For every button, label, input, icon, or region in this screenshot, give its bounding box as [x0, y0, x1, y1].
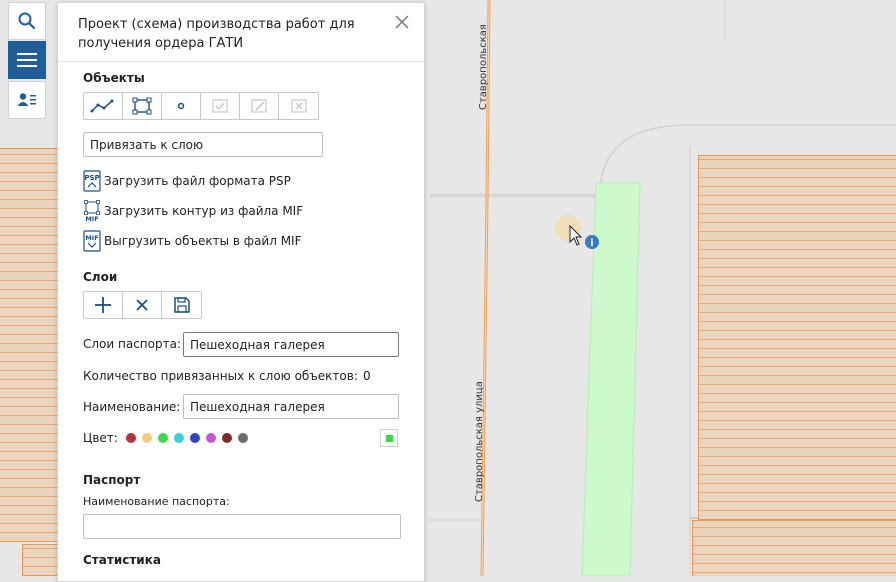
selected-color-swatch [385, 434, 393, 442]
svg-text:MIF: MIF [85, 215, 98, 222]
passport-layers-label: Слои паспорта: [83, 337, 181, 351]
color-swatch-5[interactable] [189, 433, 200, 443]
rectangle-icon [132, 97, 152, 115]
add-layer-button[interactable] [84, 292, 123, 318]
select-objects-button[interactable] [201, 93, 240, 119]
menu-button[interactable] [8, 41, 46, 79]
color-row: Цвет: [83, 431, 254, 445]
load-mif-contour-label: Загрузить контур из файла MIF [104, 204, 304, 218]
select-objects-icon [212, 99, 228, 113]
passport-name-label: Наименование паспорта: [83, 495, 230, 508]
color-label: Цвет: [83, 431, 118, 445]
selected-color-indicator[interactable] [380, 429, 398, 447]
bound-objects-count-label: Количество привязанных к слою объектов: [83, 369, 358, 383]
point-icon [177, 102, 185, 110]
export-mif-action[interactable]: MIF Выгрузить объекты в файл MIF [83, 230, 302, 252]
close-icon[interactable] [394, 14, 410, 30]
draw-polyline-button[interactable] [84, 93, 123, 119]
svg-text:MIF: MIF [85, 234, 98, 242]
objects-heading: Объекты [83, 71, 145, 85]
layers-heading: Слои [83, 270, 118, 284]
layer-name-input[interactable]: Пешеходная галерея [183, 394, 399, 419]
street-label-top: Ставропольская [478, 24, 489, 110]
user-list-button[interactable] [8, 81, 46, 119]
panel-title: Проект (схема) производства работ для по… [78, 17, 355, 51]
header-divider [58, 61, 424, 62]
mif-export-icon: MIF [83, 230, 101, 252]
passport-layers-select[interactable]: Пешеходная галерея [183, 332, 399, 357]
parcel-left [0, 148, 60, 542]
gati-project-panel: Проект (схема) производства работ для по… [57, 2, 425, 582]
remove-icon [136, 299, 148, 311]
color-swatch-8[interactable] [237, 433, 248, 443]
load-mif-contour-action[interactable]: MIF Загрузить контур из файла MIF [83, 200, 303, 222]
draw-point-button[interactable] [162, 93, 201, 119]
color-swatch-3[interactable] [157, 433, 168, 443]
color-swatch-1[interactable] [125, 433, 136, 443]
parcel-right-bottom [692, 520, 896, 576]
load-psp-label: Загрузить файл формата PSP [104, 174, 291, 188]
layers-toolbar [83, 291, 202, 319]
street-label-bottom: Ставропольская улица [474, 381, 485, 502]
add-icon [95, 297, 111, 313]
load-psp-action[interactable]: PSP Загрузить файл формата PSP [83, 170, 291, 192]
bind-layer-select[interactable]: Привязать к слою [83, 132, 323, 157]
color-swatch-7[interactable] [221, 433, 232, 443]
color-swatch-6[interactable] [205, 433, 216, 443]
mif-contour-icon: MIF [84, 200, 100, 222]
delete-objects-button[interactable] [279, 93, 318, 119]
passport-name-input[interactable] [83, 514, 401, 539]
save-icon [173, 297, 190, 313]
search-icon [18, 12, 36, 30]
objects-toolbar [83, 92, 319, 120]
color-swatches [125, 433, 254, 443]
hamburger-menu-icon [17, 53, 37, 67]
color-swatch-4[interactable] [173, 433, 184, 443]
svg-text:PSP: PSP [84, 174, 99, 182]
color-swatch-2[interactable] [141, 433, 152, 443]
delete-objects-icon [290, 99, 307, 113]
svg-text:i: i [590, 238, 593, 249]
bound-objects-count-value: 0 [363, 369, 371, 383]
statistics-heading: Статистика [83, 553, 161, 567]
passport-heading: Паспорт [83, 473, 141, 487]
polyline-icon [90, 99, 114, 113]
search-button[interactable] [8, 2, 46, 40]
remove-layer-button[interactable] [123, 292, 162, 318]
edit-objects-icon [251, 99, 267, 113]
edit-objects-button[interactable] [240, 93, 279, 119]
draw-rectangle-button[interactable] [123, 93, 162, 119]
export-mif-label: Выгрузить объекты в файл MIF [104, 234, 302, 248]
save-layer-button[interactable] [162, 292, 201, 318]
user-list-icon [17, 93, 36, 106]
psp-file-icon: PSP [83, 170, 101, 192]
layer-name-label: Наименование: [83, 400, 181, 414]
parcel-left-bottom [22, 544, 60, 576]
parcel-right [698, 155, 896, 520]
